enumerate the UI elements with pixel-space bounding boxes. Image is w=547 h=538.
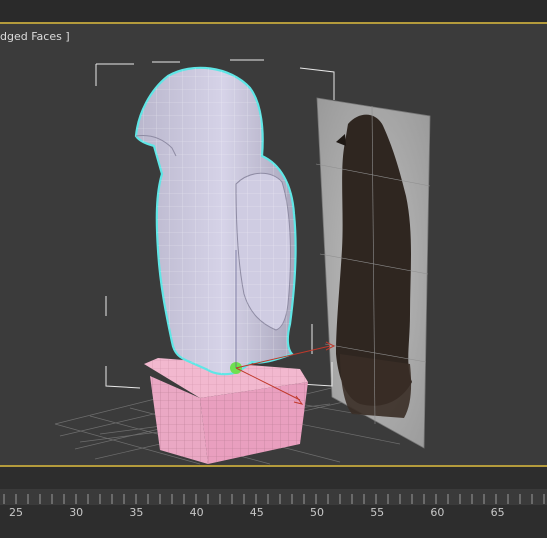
timeline-frame-label: 40: [189, 506, 204, 519]
timeline-frame-label: 50: [310, 506, 324, 519]
timeline-frame-label: 35: [129, 506, 144, 519]
time-slider-track-bar[interactable]: 25 30 35 40 45 50 55 60 65: [0, 467, 547, 538]
reference-image-plane[interactable]: [315, 97, 431, 449]
viewport-shading-label[interactable]: dged Faces ]: [0, 30, 70, 43]
perspective-viewport[interactable]: dged Faces ]: [0, 24, 547, 465]
timeline-ticks: [3, 494, 545, 504]
timeline-frame-label: 30: [69, 506, 84, 519]
top-toolbar-strip: [0, 0, 547, 22]
timeline-frame-label: 65: [490, 506, 505, 519]
timeline-frame-label: 25: [9, 506, 23, 519]
bird-mesh-object[interactable]: [134, 66, 336, 405]
timeline-frame-labels: 25 30 35 40 45 50 55 60 65: [0, 506, 547, 520]
timeline-frame-label: 45: [249, 506, 264, 519]
timeline-frame-label: 55: [370, 506, 385, 519]
timeline-frame-label: 60: [430, 506, 445, 519]
viewport-scene[interactable]: [0, 24, 547, 465]
